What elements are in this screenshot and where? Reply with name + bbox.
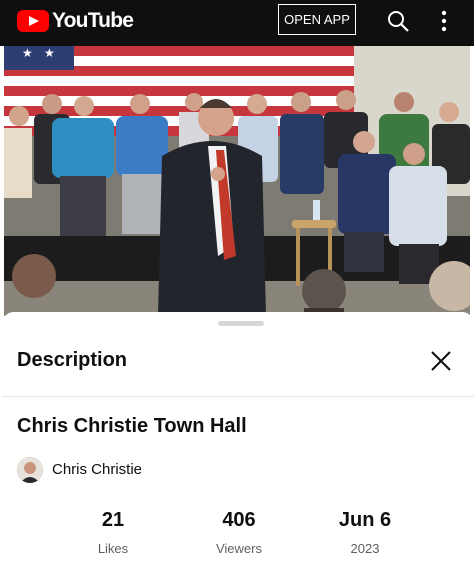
divider <box>2 396 474 397</box>
publish-date: Jun 6 <box>338 509 392 531</box>
more-vert-icon[interactable] <box>440 10 448 32</box>
stat-viewers: 406 Viewers <box>184 509 294 556</box>
video-title: Chris Christie Town Hall <box>17 415 247 437</box>
drag-handle[interactable] <box>218 321 264 326</box>
avatar-image <box>17 457 43 483</box>
likes-count: 21 <box>101 509 125 531</box>
publish-year: 2023 <box>350 541 380 556</box>
svg-text:★: ★ <box>44 46 55 60</box>
search-icon[interactable] <box>387 10 409 32</box>
video-player[interactable]: ★ ★ <box>4 46 470 316</box>
open-app-button[interactable]: OPEN APP <box>278 4 356 35</box>
channel-name[interactable]: Chris Christie <box>52 461 142 478</box>
close-icon[interactable] <box>430 350 452 372</box>
youtube-logo[interactable]: YouTube <box>17 9 134 33</box>
stat-likes: 21 Likes <box>58 509 168 556</box>
video-frame: ★ ★ <box>4 46 470 316</box>
logo-text: YouTube <box>52 9 134 32</box>
svg-text:★: ★ <box>22 46 33 60</box>
channel-avatar[interactable] <box>17 457 43 483</box>
description-sheet: Description Chris Christie Town Hall Chr… <box>2 312 474 569</box>
stat-date: Jun 6 2023 <box>310 509 420 556</box>
youtube-logo-icon <box>17 10 49 32</box>
viewers-label: Viewers <box>215 541 262 556</box>
top-app-bar: YouTube OPEN APP <box>0 0 474 46</box>
likes-label: Likes <box>97 541 129 556</box>
viewers-count: 406 <box>222 509 256 531</box>
panel-title: Description <box>17 349 128 371</box>
